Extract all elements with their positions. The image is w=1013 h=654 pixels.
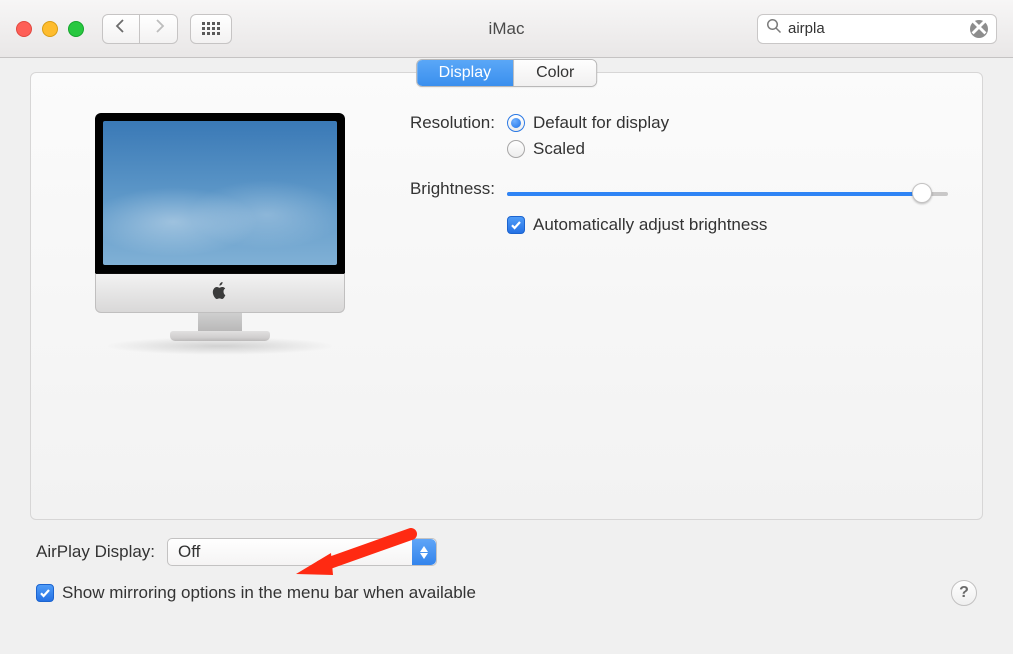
imac-illustration xyxy=(95,113,345,355)
clear-search-button[interactable] xyxy=(970,20,988,38)
display-panel: Display Color Res xyxy=(30,72,983,520)
chevron-left-icon xyxy=(115,19,127,38)
zoom-window-button[interactable] xyxy=(68,21,84,37)
resolution-default-option[interactable]: Default for display xyxy=(507,113,948,133)
annotation-arrow-icon xyxy=(291,528,421,583)
tab-display[interactable]: Display xyxy=(417,60,514,86)
brightness-label: Brightness: xyxy=(375,179,495,235)
resolution-default-label: Default for display xyxy=(533,113,669,133)
search-field[interactable]: airpla xyxy=(757,14,997,44)
help-icon: ? xyxy=(959,584,969,602)
window-title: iMac xyxy=(489,19,525,39)
close-window-button[interactable] xyxy=(16,21,32,37)
radio-icon xyxy=(507,140,525,158)
content-area: Display Color Res xyxy=(0,58,1013,620)
airplay-label: AirPlay Display: xyxy=(36,542,155,562)
show-mirroring-label: Show mirroring options in the menu bar w… xyxy=(62,583,476,603)
checkbox-icon xyxy=(36,584,54,602)
chevron-right-icon xyxy=(153,19,165,38)
resolution-label: Resolution: xyxy=(375,113,495,165)
window-toolbar: iMac airpla xyxy=(0,0,1013,58)
slider-thumb[interactable] xyxy=(912,183,932,203)
resolution-scaled-label: Scaled xyxy=(533,139,585,159)
brightness-slider[interactable] xyxy=(507,183,948,203)
radio-icon xyxy=(507,114,525,132)
auto-brightness-label: Automatically adjust brightness xyxy=(533,215,767,235)
window-controls xyxy=(16,21,84,37)
tab-color[interactable]: Color xyxy=(514,60,596,86)
show-all-button[interactable] xyxy=(190,14,232,44)
back-button[interactable] xyxy=(102,14,140,44)
search-icon xyxy=(766,18,782,39)
show-mirroring-option[interactable]: Show mirroring options in the menu bar w… xyxy=(36,583,476,603)
grid-icon xyxy=(202,22,220,35)
footer: AirPlay Display: Off Show mi xyxy=(30,520,983,606)
tab-bar: Display Color xyxy=(416,59,598,87)
auto-brightness-option[interactable]: Automatically adjust brightness xyxy=(507,215,948,235)
x-icon xyxy=(971,19,987,38)
apple-logo-icon xyxy=(211,282,229,305)
help-button[interactable]: ? xyxy=(951,580,977,606)
search-query: airpla xyxy=(788,20,970,37)
airplay-display-value: Off xyxy=(178,542,200,562)
checkbox-icon xyxy=(507,216,525,234)
resolution-scaled-option[interactable]: Scaled xyxy=(507,139,948,159)
imac-wallpaper xyxy=(103,121,337,265)
nav-buttons xyxy=(102,14,178,44)
slider-fill xyxy=(507,192,922,196)
forward-button[interactable] xyxy=(140,14,178,44)
minimize-window-button[interactable] xyxy=(42,21,58,37)
